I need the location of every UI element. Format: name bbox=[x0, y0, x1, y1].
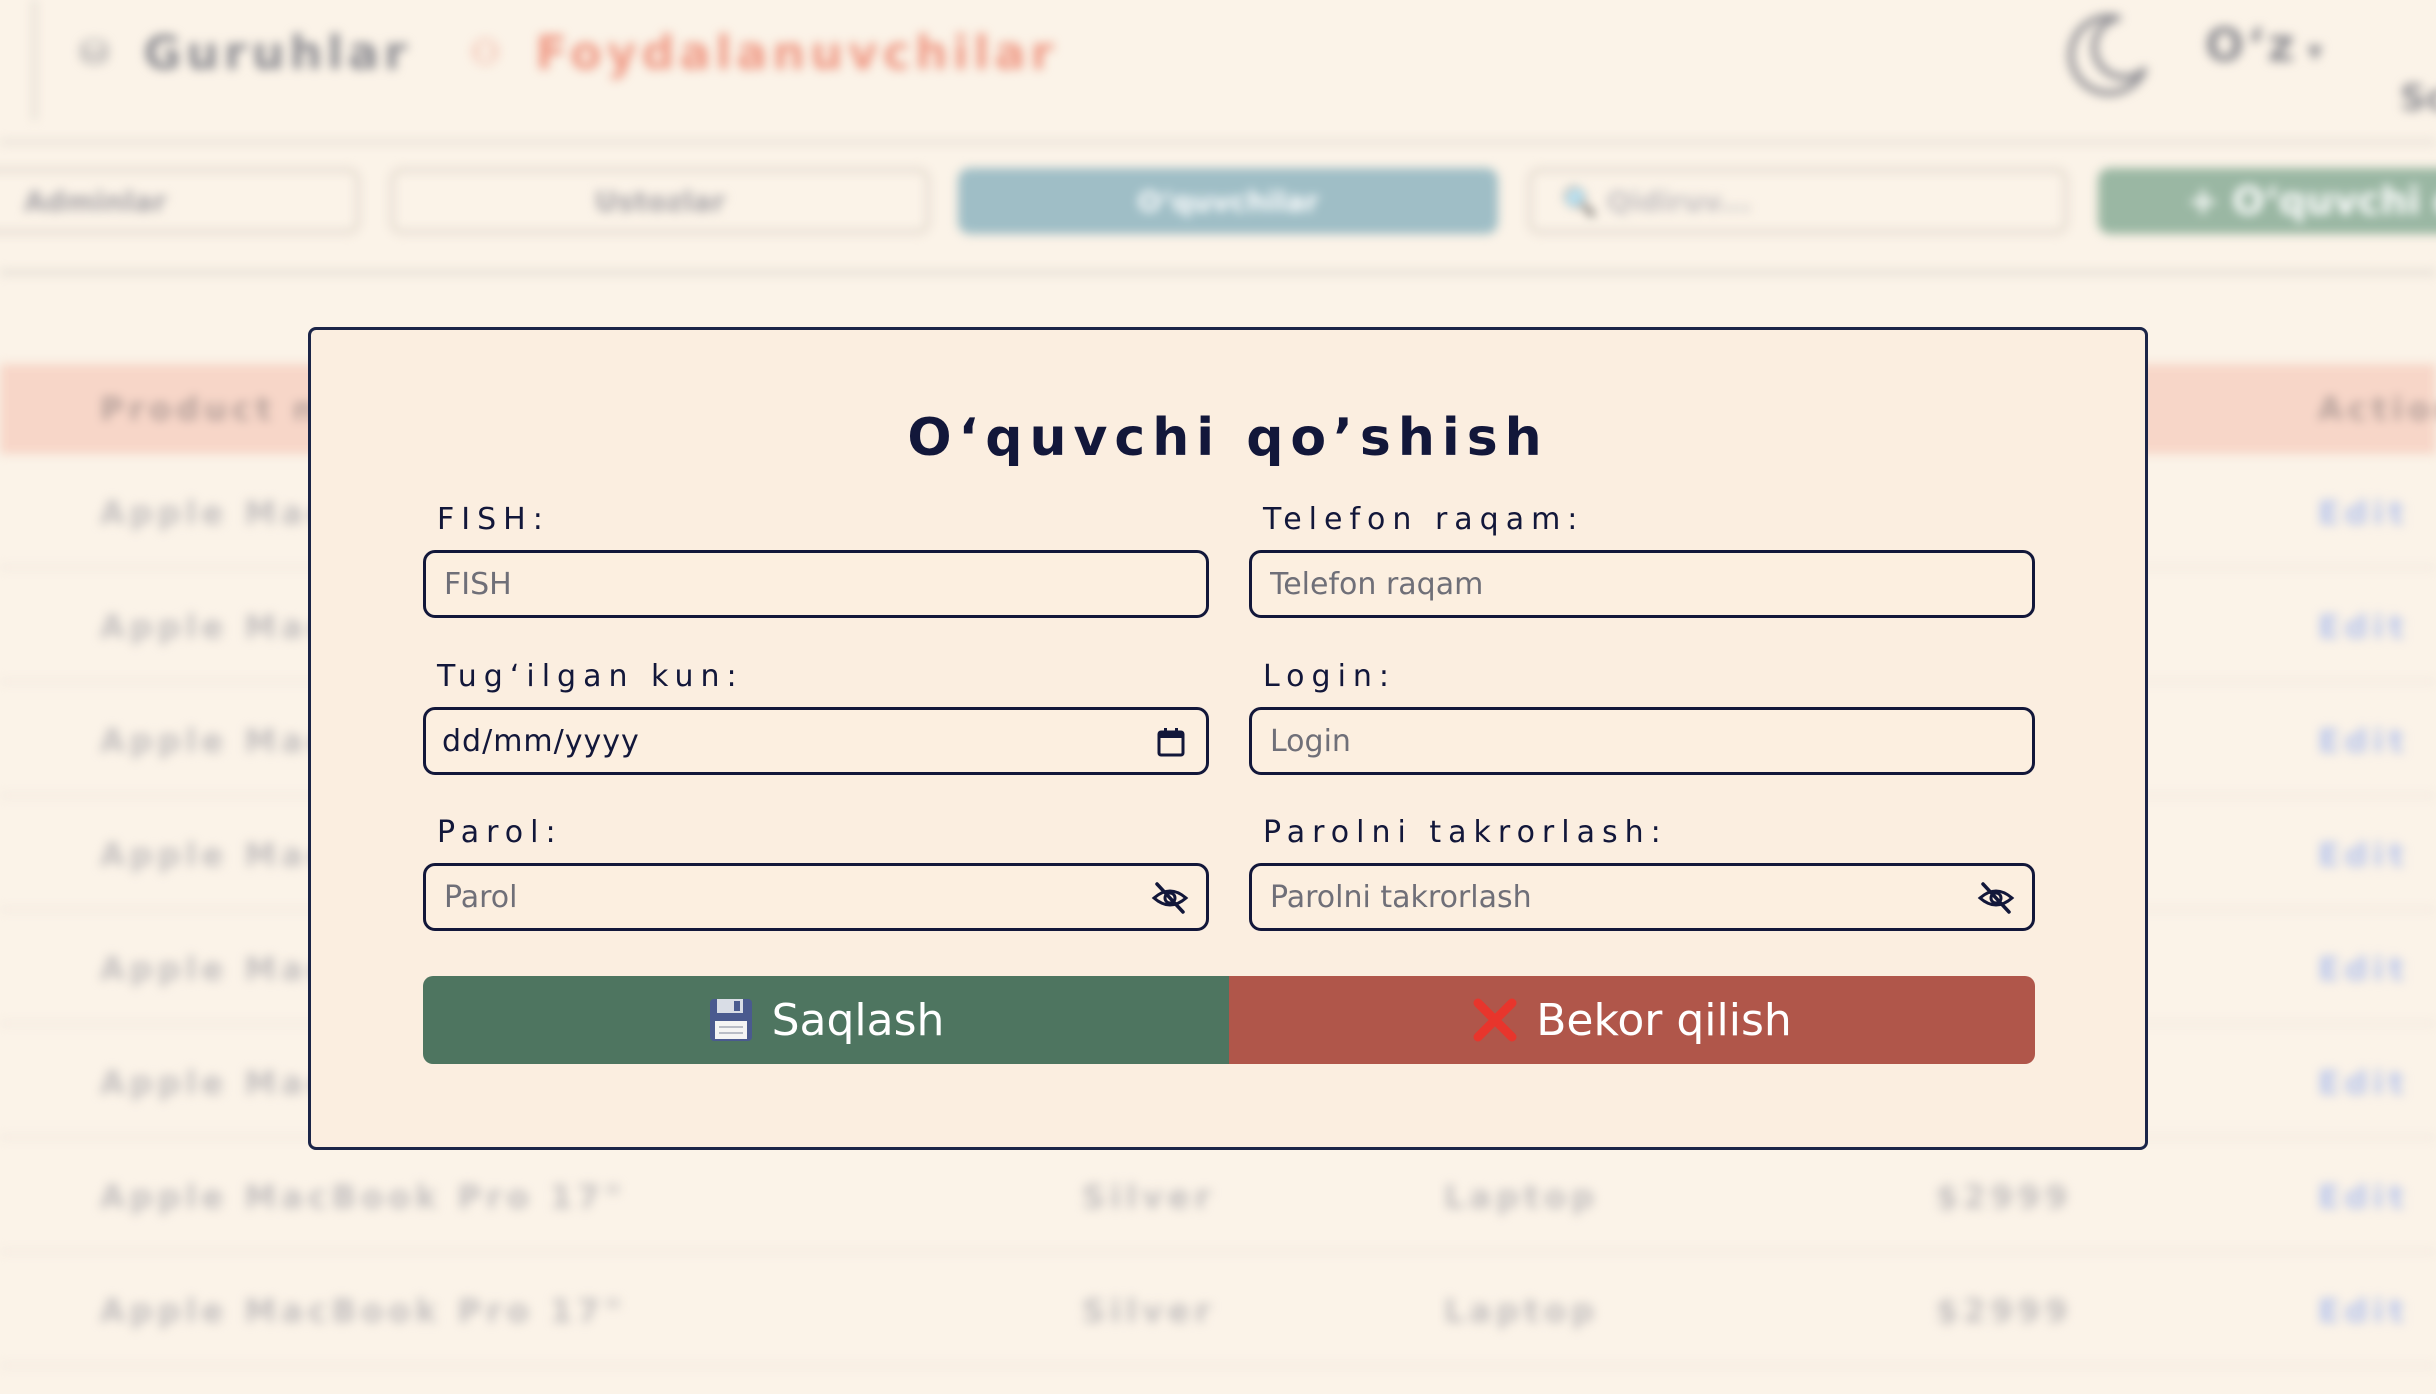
save-button-label: Saqlash bbox=[771, 994, 945, 1046]
password-repeat-label: Parolni takrorlash: bbox=[1263, 815, 1668, 850]
cancel-button[interactable]: Bekor qilish bbox=[1229, 976, 2035, 1064]
edit-link[interactable]: Edit bbox=[2318, 1178, 2409, 1216]
add-student-modal: O‘quvchi qo’shish FISH: Telefon raqam: T… bbox=[308, 327, 2148, 1150]
cell-product: Apple Mac bbox=[100, 836, 332, 874]
edit-link[interactable]: Edit bbox=[2318, 722, 2409, 760]
cell-product: Apple Mac bbox=[100, 1064, 332, 1102]
password-repeat-field-group: Parolni takrorlash: bbox=[1249, 813, 2035, 931]
save-button[interactable]: Saqlash bbox=[423, 976, 1229, 1064]
birthdate-value: dd/mm/yyyy bbox=[442, 723, 640, 759]
fish-field-group: FISH: bbox=[423, 500, 1209, 618]
nav-item-users[interactable]: ⚇ Foydalanuvchilar bbox=[470, 18, 1058, 88]
language-selector[interactable]: O‘z ▾ bbox=[2205, 18, 2325, 72]
login-input-box bbox=[1249, 707, 2035, 775]
toolbar: Adminlar Ustozlar O‘quvchilar 🔍 Qidiruv.… bbox=[0, 140, 2436, 275]
column-header-action: Action bbox=[2318, 390, 2436, 428]
password-repeat-input[interactable] bbox=[1268, 878, 1952, 916]
edit-link[interactable]: Edit bbox=[2318, 494, 2409, 532]
cancel-button-label: Bekor qilish bbox=[1536, 994, 1792, 1046]
edit-link[interactable]: Edit bbox=[2318, 1064, 2409, 1102]
login-input[interactable] bbox=[1268, 722, 1952, 760]
cell-product: Apple Mac bbox=[100, 494, 332, 532]
cell-product: Apple MacBook Pro 17" bbox=[100, 1178, 627, 1216]
eye-slash-icon[interactable] bbox=[1150, 880, 1190, 916]
edit-link[interactable]: Edit bbox=[2318, 950, 2409, 988]
cell-product: Apple Mac bbox=[100, 722, 332, 760]
cell-price: $2999 bbox=[1936, 1178, 2073, 1216]
password-repeat-input-box bbox=[1249, 863, 2035, 931]
chevron-down-icon: ▾ bbox=[2307, 34, 2326, 69]
fish-input[interactable] bbox=[442, 565, 1126, 603]
password-input[interactable] bbox=[442, 878, 1126, 916]
calendar-icon[interactable] bbox=[1156, 726, 1186, 758]
cell-product: Apple Mac bbox=[100, 950, 332, 988]
modal-title: O‘quvchi qo’shish bbox=[907, 408, 1549, 468]
database-icon: ⛁ bbox=[80, 33, 114, 73]
login-field-group: Login: bbox=[1249, 657, 2035, 775]
password-label: Parol: bbox=[437, 815, 563, 850]
tab-students[interactable]: O‘quvchilar bbox=[958, 168, 1498, 234]
phone-input-box bbox=[1249, 550, 2035, 618]
cell-category: Laptop bbox=[1444, 1178, 1600, 1216]
navbar-divider bbox=[33, 0, 36, 120]
language-selected: O‘z bbox=[2205, 18, 2298, 72]
password-field-group: Parol: bbox=[423, 813, 1209, 931]
login-label: Login: bbox=[1263, 659, 1397, 694]
moon-icon[interactable] bbox=[2060, 8, 2152, 100]
nav-item-users-label: Foydalanuvchilar bbox=[535, 26, 1059, 80]
password-input-box bbox=[423, 863, 1209, 931]
user-icon: ⚇ bbox=[470, 33, 506, 73]
birthdate-input[interactable]: dd/mm/yyyy bbox=[423, 707, 1209, 775]
birthdate-label: Tug‘ilgan kun: bbox=[437, 659, 744, 694]
edit-link[interactable]: Edit bbox=[2318, 836, 2409, 874]
cell-product: Apple Mac bbox=[100, 608, 332, 646]
cell-product: Apple MacBook Pro 17" bbox=[100, 1292, 627, 1330]
fish-label: FISH: bbox=[437, 502, 550, 537]
table-row: Apple MacBook Pro 17" Silver Laptop $299… bbox=[0, 1252, 2436, 1367]
modal-actions: Saqlash Bekor qilish bbox=[423, 976, 2035, 1064]
cell-color: Silver bbox=[1082, 1292, 1216, 1330]
cell-price: $2999 bbox=[1936, 1292, 2073, 1330]
eye-slash-icon[interactable] bbox=[1976, 880, 2016, 916]
fish-input-box bbox=[423, 550, 1209, 618]
phone-input[interactable] bbox=[1268, 565, 1952, 603]
tab-admins[interactable]: Adminlar bbox=[0, 168, 360, 234]
phone-label: Telefon raqam: bbox=[1263, 502, 1585, 537]
tab-teachers[interactable]: Ustozlar bbox=[390, 168, 930, 234]
cell-category: Laptop bbox=[1444, 1292, 1600, 1330]
nav-item-groups-label: Guruhlar bbox=[143, 26, 412, 80]
phone-field-group: Telefon raqam: bbox=[1249, 500, 2035, 618]
top-navbar: ⛁ Guruhlar ⚇ Foydalanuvchilar O‘z ▾ Sc bbox=[0, 0, 2436, 144]
edit-link[interactable]: Edit bbox=[2318, 1292, 2409, 1330]
floppy-disk-icon bbox=[708, 997, 754, 1043]
search-input[interactable]: 🔍 Qidiruv... bbox=[1528, 168, 2068, 234]
cell-color: Silver bbox=[1082, 1178, 1216, 1216]
birthdate-field-group: Tug‘ilgan kun: dd/mm/yyyy bbox=[423, 657, 1209, 775]
nav-item-groups[interactable]: ⛁ Guruhlar bbox=[80, 18, 412, 88]
table-row: Apple MacBook Pro 17" Silver Laptop $299… bbox=[0, 1138, 2436, 1253]
topbar-corner-text: Sc bbox=[2400, 78, 2436, 119]
edit-link[interactable]: Edit bbox=[2318, 608, 2409, 646]
cross-mark-icon bbox=[1472, 997, 1518, 1043]
add-student-button[interactable]: + O‘quvchi qo bbox=[2098, 168, 2436, 234]
